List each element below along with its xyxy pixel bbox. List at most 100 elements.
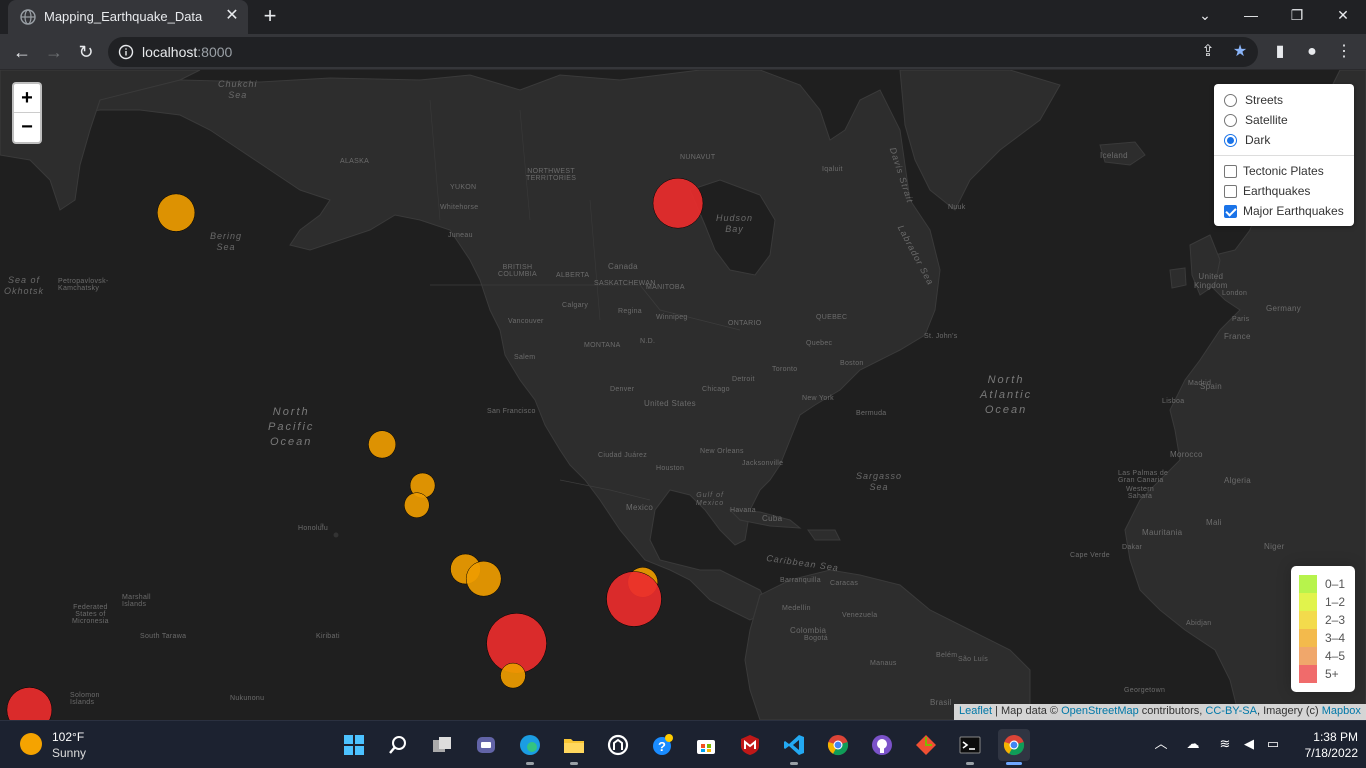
url-host: localhost (142, 44, 198, 60)
site-info-icon[interactable] (118, 44, 134, 60)
chat-icon (477, 737, 495, 753)
place-label: Cape Verde (1070, 552, 1110, 559)
place-label: Federated States of Micronesia (72, 604, 109, 625)
earthquake-marker[interactable] (6, 687, 53, 720)
active-indicator (1006, 762, 1022, 765)
earthquake-marker[interactable] (606, 571, 662, 627)
share-icon[interactable]: ⇪ (1194, 38, 1222, 66)
start-button[interactable] (338, 729, 370, 761)
radio-streets[interactable] (1224, 93, 1237, 107)
base-layer-label: Dark (1245, 133, 1271, 147)
task-view-button[interactable] (426, 729, 458, 761)
radio-satellite[interactable] (1224, 113, 1237, 127)
base-layer-streets[interactable]: Streets (1224, 90, 1348, 110)
base-layer-dark[interactable]: Dark (1224, 130, 1348, 150)
base-layer-satellite[interactable]: Satellite (1224, 110, 1348, 130)
weather-temperature: 102°F (52, 730, 85, 744)
show-hidden-icons-chevron-icon[interactable]: ︿ (1152, 735, 1170, 753)
help-app[interactable]: ? (646, 729, 678, 761)
new-tab-button[interactable]: + (258, 4, 282, 28)
legend-swatch (1299, 575, 1317, 593)
forward-arrow-icon[interactable]: → (40, 38, 68, 66)
running-indicator (966, 762, 974, 765)
overlay-label: Tectonic Plates (1243, 164, 1324, 178)
weather-condition: Sunny (52, 746, 87, 760)
search-button[interactable] (382, 729, 414, 761)
place-label: Dakar (1122, 544, 1143, 551)
legend-swatch (1299, 611, 1317, 629)
radio-dark[interactable] (1224, 133, 1237, 147)
place-label: Havana (730, 507, 756, 514)
legend-label: 2–3 (1325, 613, 1346, 627)
mcafee-app[interactable] (734, 729, 766, 761)
bookmark-star-icon[interactable]: ★ (1226, 38, 1254, 66)
menu-icon[interactable]: ⋮ (1330, 38, 1358, 66)
close-tab-icon[interactable]: ✕ (222, 6, 242, 26)
license-link[interactable]: CC-BY-SA (1205, 705, 1257, 717)
github-app[interactable] (866, 729, 898, 761)
weather-widget[interactable]: 102°F Sunny (20, 727, 120, 763)
store-icon (697, 740, 715, 754)
leaflet-link[interactable]: Leaflet (959, 705, 992, 717)
mapbox-link[interactable]: Mapbox (1322, 705, 1361, 717)
volume-icon[interactable]: ◀ (1240, 735, 1258, 753)
git-app[interactable] (910, 729, 942, 761)
place-label: Boston (840, 360, 864, 367)
earthquake-marker[interactable] (157, 193, 196, 232)
place-label: Petropavlovsk- Kamchatsky (58, 278, 109, 292)
overlay-earthquakes[interactable]: Earthquakes (1224, 181, 1348, 201)
earthquake-marker[interactable] (465, 560, 502, 597)
address-bar[interactable]: localhost:8000 (108, 37, 1258, 67)
chrome-app[interactable] (822, 729, 854, 761)
osm-link[interactable]: OpenStreetMap (1061, 705, 1139, 717)
onedrive-cloud-icon[interactable]: ☁ (1184, 735, 1202, 753)
file-explorer-app[interactable] (558, 729, 590, 765)
earthquake-marker[interactable] (652, 177, 704, 229)
earthquake-marker[interactable] (368, 430, 397, 459)
ocean-label-atlantic: North Atlantic Ocean (980, 374, 1033, 416)
minimize-button[interactable]: — (1228, 0, 1274, 30)
chat-app[interactable] (470, 729, 502, 761)
app-button[interactable] (602, 729, 634, 761)
browser-title-bar: Mapping_Earthquake_Data ✕ + ⌄ — ❐ ✕ (0, 0, 1366, 34)
tab-search-icon[interactable]: ⌄ (1182, 0, 1228, 30)
browser-tab[interactable]: Mapping_Earthquake_Data ✕ (8, 0, 248, 34)
zoom-control: + − (12, 82, 42, 144)
place-label: Regina (618, 308, 642, 315)
restore-button[interactable]: ❐ (1274, 0, 1320, 30)
earthquake-marker[interactable] (500, 662, 526, 689)
globe-icon (20, 9, 36, 25)
place-label: Nukunonu (230, 695, 265, 702)
help-icon: ? (653, 734, 673, 755)
store-app[interactable] (690, 729, 722, 761)
chrome-active-app[interactable] (998, 729, 1030, 765)
place-label: Western Sahara (1126, 486, 1155, 500)
attribution-text: , Imagery (c) (1256, 705, 1322, 717)
clock[interactable]: 1:38 PM 7/18/2022 (1288, 729, 1358, 761)
layer-separator (1214, 155, 1354, 156)
overlay-tectonic-plates[interactable]: Tectonic Plates (1224, 161, 1348, 181)
profile-icon[interactable]: ● (1298, 38, 1326, 66)
map-container[interactable]: North Pacific Ocean North Atlantic Ocean… (0, 70, 1366, 720)
close-window-button[interactable]: ✕ (1320, 0, 1366, 30)
back-arrow-icon[interactable]: ← (8, 38, 36, 66)
reload-icon[interactable]: ↻ (72, 38, 100, 66)
checkbox-tectonic-plates[interactable] (1224, 164, 1237, 178)
place-label: Manaus (870, 660, 897, 667)
sea-label-sargasso: Sargasso Sea (856, 471, 903, 492)
checkbox-earthquakes[interactable] (1224, 184, 1237, 198)
edge-app[interactable] (514, 729, 546, 765)
place-label: MONTANA (584, 342, 621, 349)
place-label: Belém (936, 652, 958, 659)
earthquake-marker[interactable] (404, 492, 430, 518)
zoom-out-button[interactable]: − (14, 113, 40, 142)
vscode-app[interactable] (778, 729, 810, 765)
place-label: Paris (1232, 316, 1250, 323)
terminal-app[interactable] (954, 729, 986, 765)
zoom-in-button[interactable]: + (14, 84, 40, 113)
battery-icon[interactable]: ▭ (1264, 735, 1282, 753)
side-panel-icon[interactable]: ▮ (1266, 38, 1294, 66)
checkbox-major-earthquakes[interactable] (1224, 204, 1237, 218)
overlay-major-earthquakes[interactable]: Major Earthquakes (1224, 201, 1348, 221)
wifi-icon[interactable]: ≋ (1216, 735, 1234, 753)
